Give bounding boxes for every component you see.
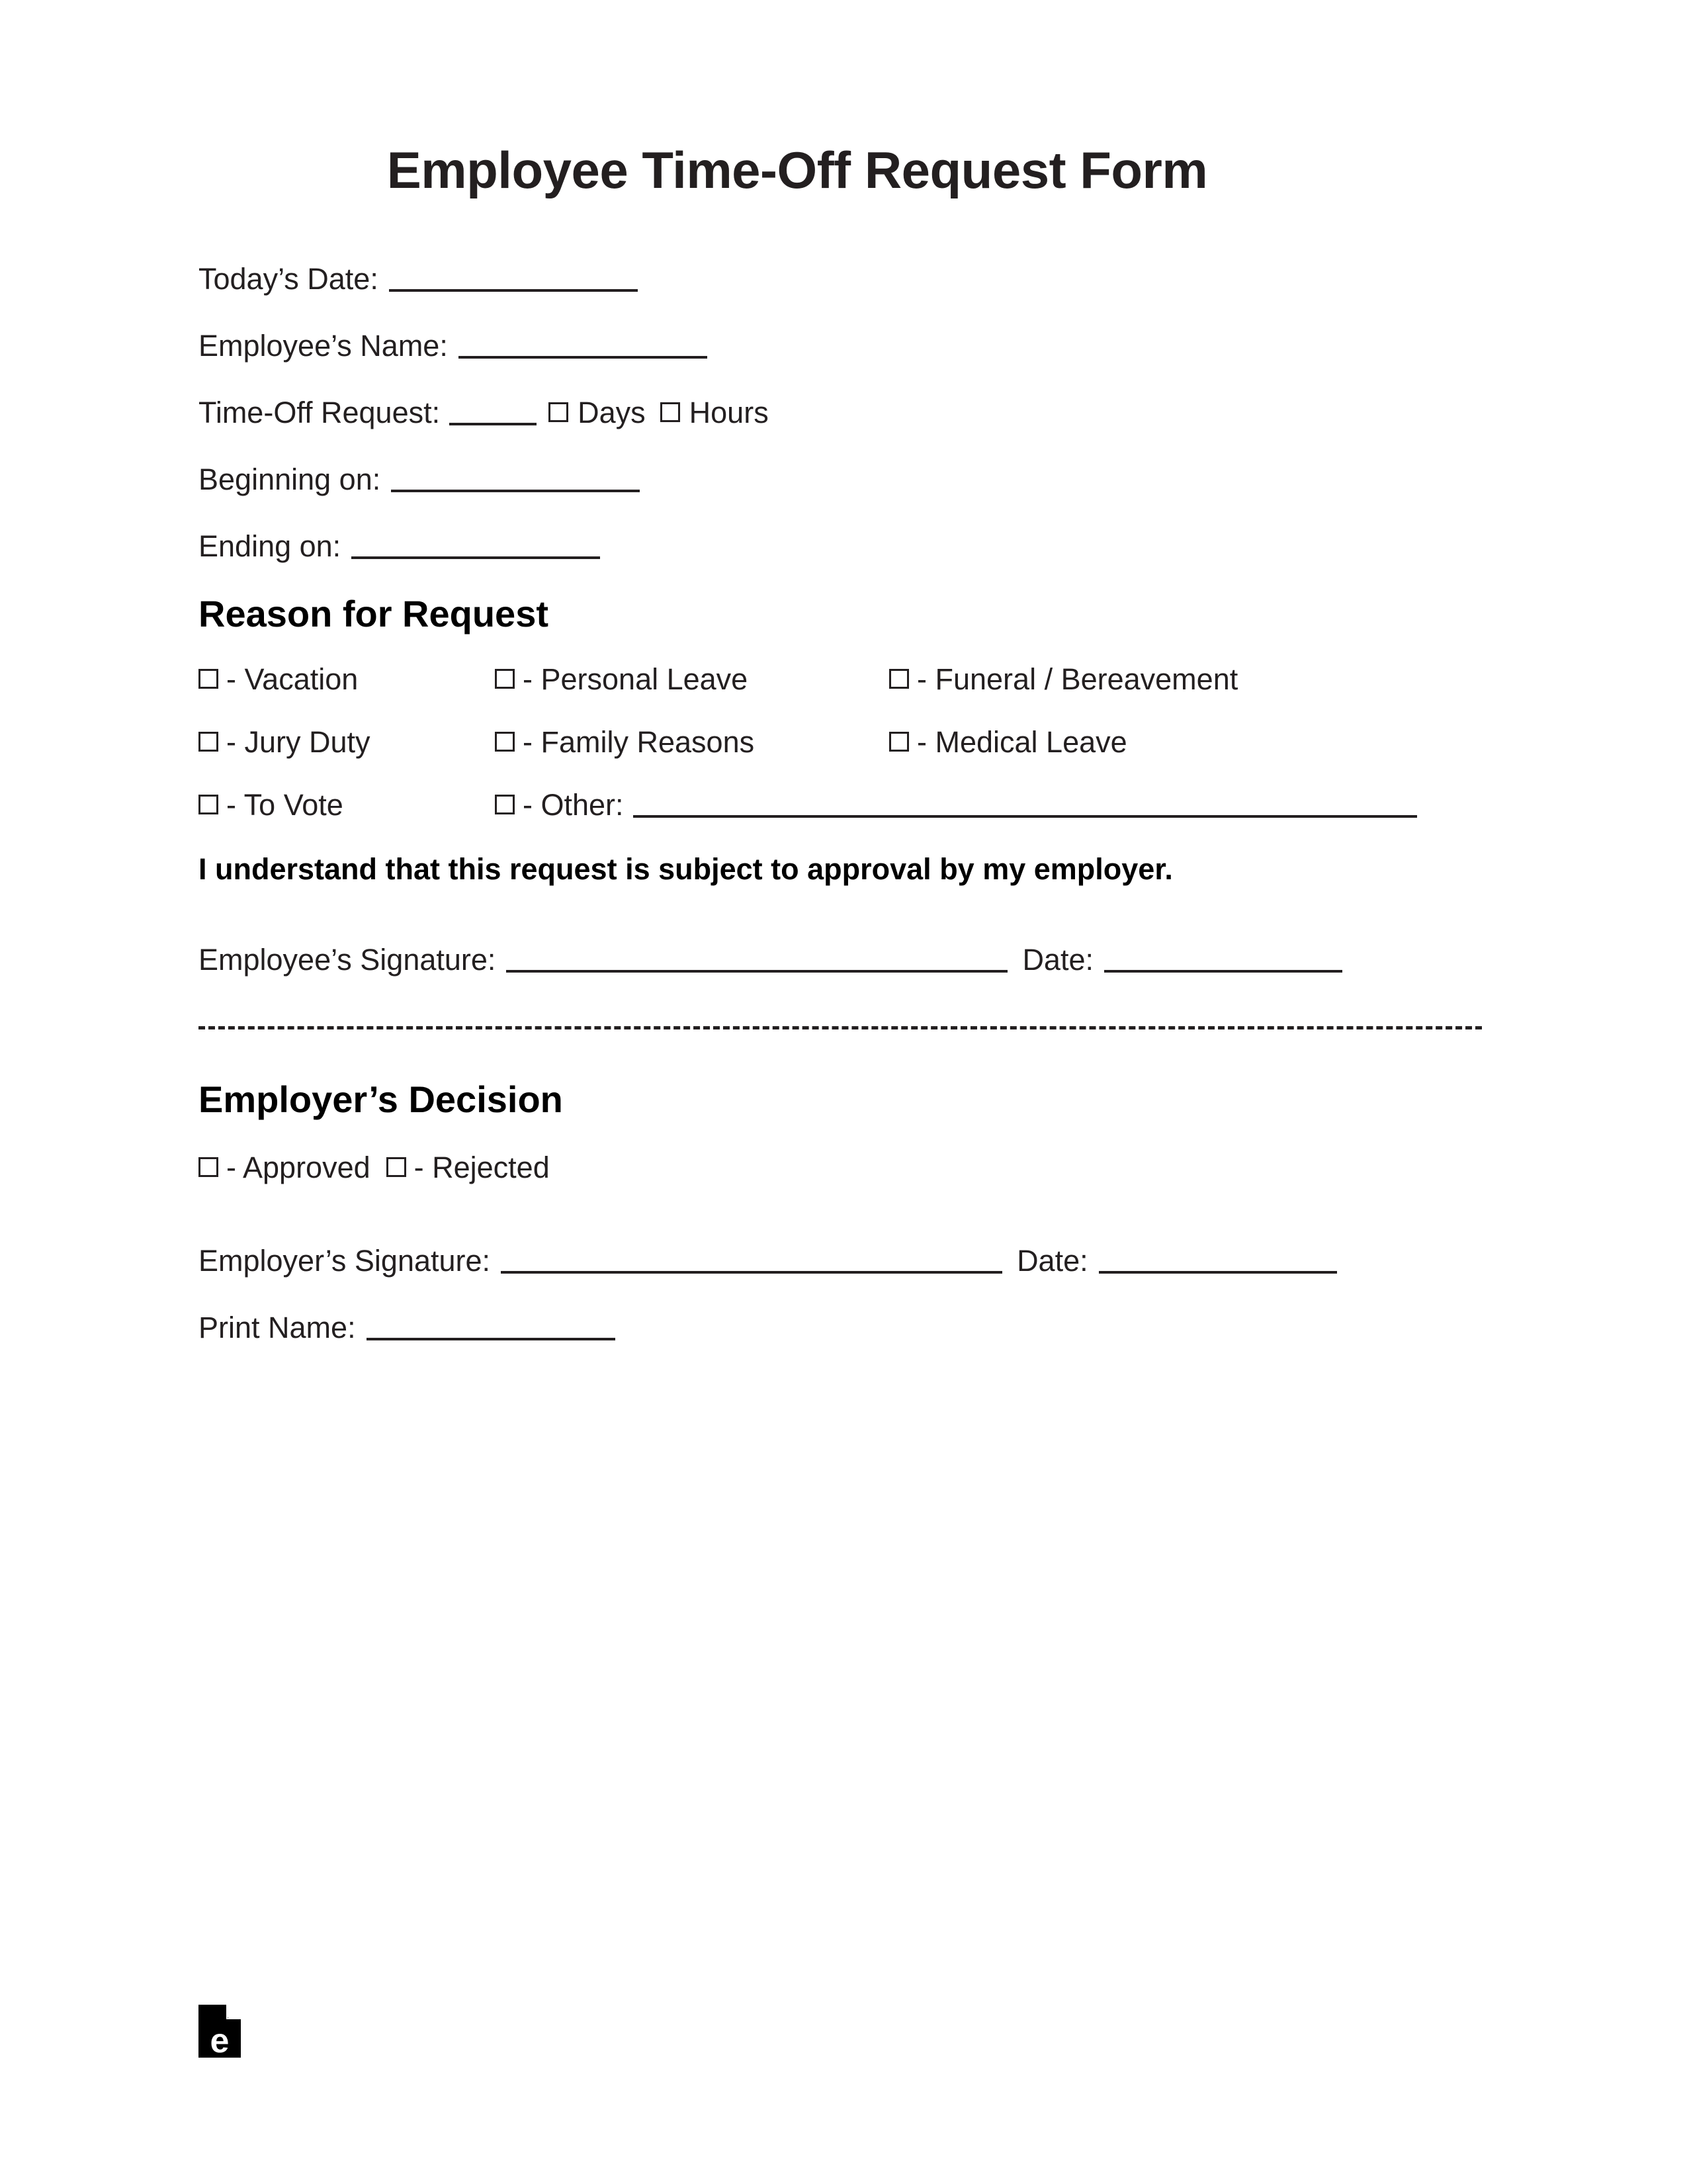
reason-option-label: - To Vote: [226, 788, 343, 822]
reason-option-label: - Other:: [523, 788, 624, 822]
employee-signature-date-label: Date:: [1022, 943, 1094, 977]
days-label: Days: [578, 396, 646, 429]
reason-option-funeral-bereavement[interactable]: - Funeral / Bereavement: [889, 664, 1238, 694]
reason-option-label: - Family Reasons: [523, 725, 755, 759]
employee-name-input[interactable]: [458, 356, 707, 359]
form-content: Employee Time-Off Request Form Today’s D…: [198, 0, 1482, 1342]
reason-section-heading: Reason for Request: [198, 593, 548, 634]
checkbox-to-vote[interactable]: [198, 795, 218, 814]
beginning-on-input[interactable]: [391, 490, 640, 492]
reason-option-medical-leave[interactable]: - Medical Leave: [889, 727, 1127, 757]
employer-signature-input[interactable]: [501, 1271, 1003, 1274]
reason-option-vacation[interactable]: - Vacation: [198, 664, 495, 694]
checkbox-other[interactable]: [495, 795, 515, 814]
checkbox-days[interactable]: [548, 402, 569, 422]
employee-signature-date-input[interactable]: [1104, 970, 1342, 973]
form-page: Employee Time-Off Request Form Today’s D…: [0, 0, 1687, 2184]
hours-label: Hours: [689, 396, 769, 429]
section-divider: [198, 1026, 1482, 1029]
decision-option-label: - Approved: [226, 1151, 370, 1184]
checkbox-personal-leave[interactable]: [495, 669, 515, 689]
field-todays-date: Today’s Date:: [198, 264, 1455, 294]
field-print-name: Print Name:: [198, 1313, 1455, 1342]
employer-section-heading: Employer’s Decision: [198, 1078, 563, 1120]
reason-option-label: - Jury Duty: [226, 725, 370, 759]
ending-on-input[interactable]: [351, 556, 601, 559]
decision-option-approved[interactable]: - Approved: [198, 1153, 370, 1182]
other-reason-input[interactable]: [632, 815, 1417, 818]
todays-date-input[interactable]: [388, 289, 638, 292]
reason-row-1: - Vacation - Personal Leave - Funeral / Be…: [198, 664, 1455, 694]
checkbox-funeral-bereavement[interactable]: [889, 669, 909, 689]
time-off-request-label: Time-Off Request:: [198, 396, 441, 429]
reason-option-label: - Personal Leave: [523, 662, 748, 696]
field-time-off-request: Time-Off Request: Days Hours: [198, 398, 1455, 427]
reason-option-to-vote[interactable]: - To Vote: [198, 790, 495, 820]
checkbox-rejected[interactable]: [386, 1157, 406, 1177]
acknowledgement-statement: I understand that this request is subjec…: [198, 852, 1173, 886]
reason-option-personal-leave[interactable]: - Personal Leave: [495, 664, 889, 694]
checkbox-approved[interactable]: [198, 1157, 218, 1177]
reason-option-family-reasons[interactable]: - Family Reasons: [495, 727, 889, 757]
employer-signature-label: Employer’s Signature:: [198, 1244, 491, 1278]
checkbox-jury-duty[interactable]: [198, 732, 218, 752]
time-off-amount-input[interactable]: [449, 423, 537, 425]
field-employee-signature: Employee’s Signature: Date:: [198, 945, 1455, 975]
logo-letter: e: [210, 2022, 230, 2058]
reason-row-3: - To Vote - Other:: [198, 790, 1455, 820]
checkbox-family-reasons[interactable]: [495, 732, 515, 752]
decision-option-label: - Rejected: [413, 1151, 550, 1184]
reason-row-2: - Jury Duty - Family Reasons - Medical Lea…: [198, 727, 1455, 757]
checkbox-hours[interactable]: [660, 402, 680, 422]
decision-option-rejected[interactable]: - Rejected: [386, 1153, 550, 1182]
reason-option-label: - Vacation: [226, 662, 359, 696]
print-name-input[interactable]: [366, 1338, 615, 1340]
checkbox-vacation[interactable]: [198, 669, 218, 689]
print-name-label: Print Name:: [198, 1311, 356, 1344]
reason-option-other[interactable]: - Other:: [495, 790, 1417, 820]
field-employee-name: Employee’s Name:: [198, 331, 1455, 361]
employer-signature-date-label: Date:: [1017, 1244, 1088, 1278]
employee-signature-input[interactable]: [506, 970, 1008, 973]
eforms-logo-icon: e: [198, 2005, 241, 2060]
field-employer-signature: Employer’s Signature: Date:: [198, 1246, 1455, 1276]
reason-option-label: - Funeral / Bereavement: [917, 662, 1238, 696]
ending-on-label: Ending on:: [198, 529, 341, 563]
field-ending-on: Ending on:: [198, 531, 1455, 561]
reason-option-label: - Medical Leave: [917, 725, 1127, 759]
employee-name-label: Employee’s Name:: [198, 329, 448, 363]
employer-signature-date-input[interactable]: [1098, 1271, 1337, 1274]
todays-date-label: Today’s Date:: [198, 262, 378, 296]
field-beginning-on: Beginning on:: [198, 464, 1455, 494]
beginning-on-label: Beginning on:: [198, 462, 381, 496]
page-title: Employee Time-Off Request Form: [386, 141, 1208, 199]
checkbox-medical-leave[interactable]: [889, 732, 909, 752]
reason-option-jury-duty[interactable]: - Jury Duty: [198, 727, 495, 757]
employer-decision-options: - Approved - Rejected: [198, 1153, 1455, 1182]
employee-signature-label: Employee’s Signature:: [198, 943, 496, 977]
